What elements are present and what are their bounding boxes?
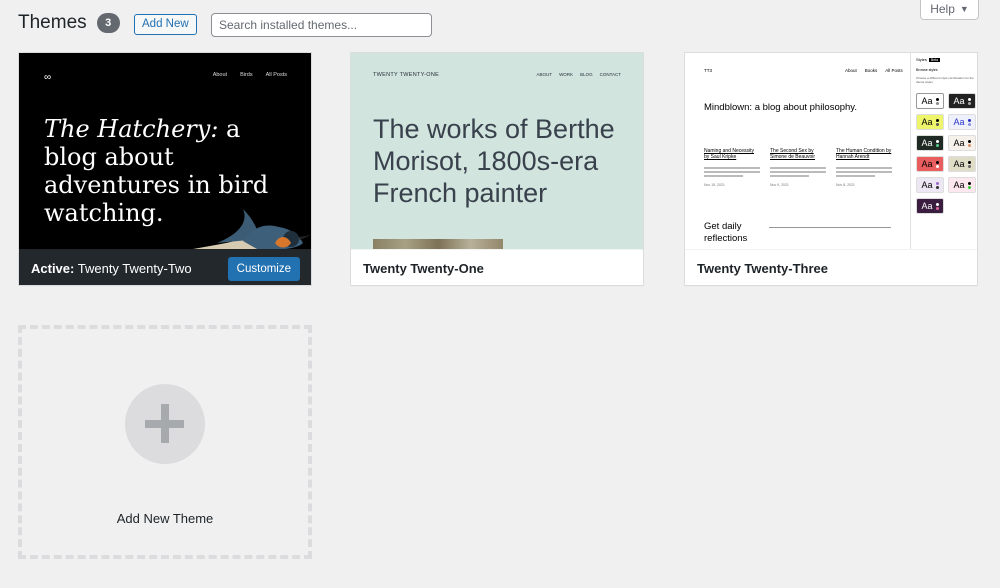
preview-nav-item: All Posts — [265, 72, 287, 78]
preview-site-name: TT3 — [704, 68, 713, 73]
theme-card-twenty-twenty-one[interactable]: TWENTY TWENTY-ONE ABOUT WORK BLOG CONTAC… — [350, 52, 644, 286]
style-variation: Aa — [948, 156, 976, 172]
page-title: Themes — [18, 12, 87, 33]
preview-post: The Second Sex by Simone de Beauvoir Nov… — [770, 148, 826, 187]
style-variation: Aa — [916, 198, 944, 214]
styles-description: Choose a different style combination for… — [916, 76, 974, 84]
search-themes-input[interactable] — [211, 13, 432, 37]
caret-down-icon: ▼ — [959, 4, 969, 14]
style-variation: Aa — [916, 156, 944, 172]
theme-name: Twenty Twenty-Three — [685, 249, 977, 285]
add-new-theme-card[interactable]: Add New Theme — [18, 325, 312, 559]
preview-nav: About Birds All Posts — [213, 72, 287, 78]
theme-screenshot: TT3 About Books All Posts Mindblown: a b… — [685, 53, 977, 249]
preview-nav: About Books All Posts — [845, 68, 903, 73]
preview-nav-item: BLOG — [580, 72, 593, 77]
painting-thumbnail — [373, 239, 503, 249]
browse-styles-label: Browse styles — [916, 68, 938, 72]
page-header: Themes 3 — [18, 12, 120, 34]
preview-nav: ABOUT WORK BLOG CONTACT — [537, 72, 621, 77]
preview-posts: Naming and Necessity by Saul Kripke Nov … — [704, 148, 892, 187]
post-date: Nov 15, 2021 — [704, 183, 725, 187]
styles-title: Styles — [916, 57, 927, 62]
add-new-theme-label: Add New Theme — [116, 511, 214, 526]
preview-nav-item: Books — [864, 68, 878, 73]
post-excerpt-lines — [704, 167, 760, 177]
theme-name: Twenty Twenty-One — [351, 249, 643, 285]
theme-count-badge: 3 — [96, 13, 120, 33]
active-prefix: Active: — [31, 261, 75, 276]
theme-card-twenty-twenty-three[interactable]: TT3 About Books All Posts Mindblown: a b… — [684, 52, 978, 286]
help-tab-button[interactable]: Help ▼ — [920, 0, 979, 20]
customize-button[interactable]: Customize — [227, 256, 300, 281]
preview-nav-item: All Posts — [885, 68, 903, 73]
style-variation: Aa — [948, 177, 976, 193]
style-variation: Aa — [948, 114, 976, 130]
swallow-bird-illustration — [193, 209, 311, 249]
post-date: Nov 8, 2021 — [836, 183, 855, 187]
preview-tagline: Mindblown: a blog about philosophy. — [704, 102, 857, 113]
beta-badge: Beta — [928, 57, 941, 62]
post-excerpt-lines — [770, 167, 826, 177]
style-variation: Aa — [916, 177, 944, 193]
post-excerpt-lines — [836, 167, 892, 177]
theme-screenshot: TWENTY TWENTY-ONE ABOUT WORK BLOG CONTAC… — [351, 53, 643, 249]
infinity-logo-icon: ∞ — [44, 72, 52, 83]
style-variation: Aa — [916, 93, 944, 109]
preview-nav-item: About — [212, 72, 228, 78]
preview-site-title: TWENTY TWENTY-ONE — [373, 72, 440, 78]
theme-card-twenty-twenty-two[interactable]: ∞ About Birds All Posts The Hatchery: a … — [18, 52, 312, 286]
theme-name: Active: Twenty Twenty-Two — [31, 261, 192, 276]
style-variations-grid: Aa Aa Aa Aa Aa Aa Aa Aa Aa Aa Aa — [916, 93, 976, 214]
preview-nav-item: ABOUT — [536, 72, 553, 77]
preview-hero-text: The works of Berthe Morisot, 1800s-era F… — [373, 114, 615, 208]
theme-name-bar: Active: Twenty Twenty-Two Customize — [19, 249, 311, 285]
divider — [769, 227, 891, 228]
post-title: The Second Sex by Simone de Beauvoir — [770, 148, 816, 160]
post-title: The Human Condition by Hannah Arendt — [836, 148, 892, 160]
preview-nav-item: About — [845, 68, 857, 73]
style-variation: Aa — [916, 135, 944, 151]
preview-nav-item: Birds — [240, 72, 253, 78]
styles-panel-header: Styles Beta — [916, 57, 941, 62]
preview-subscribe-text: Get daily reflections — [704, 221, 748, 244]
theme-screenshot: ∞ About Birds All Posts The Hatchery: a … — [19, 53, 311, 249]
style-variation: Aa — [948, 135, 976, 151]
preview-post: Naming and Necessity by Saul Kripke Nov … — [704, 148, 760, 187]
post-title: Naming and Necessity by Saul Kripke — [704, 148, 755, 160]
style-variation: Aa — [948, 93, 976, 109]
styles-panel: Styles Beta Browse styles Choose a diffe… — [910, 53, 977, 249]
preview-nav-item: CONTACT — [599, 72, 621, 77]
plus-icon — [125, 384, 205, 464]
preview-post: The Human Condition by Hannah Arendt Nov… — [836, 148, 892, 187]
help-label: Help — [930, 2, 955, 16]
post-date: Nov 9, 2021 — [770, 183, 789, 187]
preview-nav-item: WORK — [559, 72, 574, 77]
add-new-button[interactable]: Add New — [134, 14, 197, 35]
style-variation: Aa — [916, 114, 944, 130]
